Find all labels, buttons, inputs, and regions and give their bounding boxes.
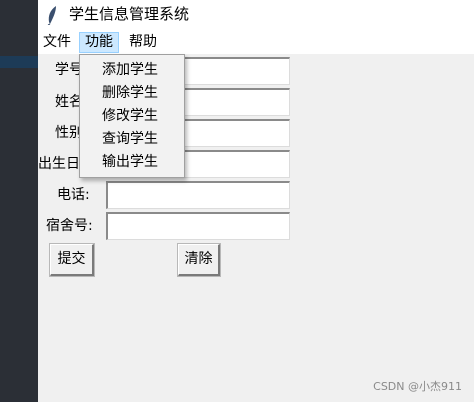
clear-button[interactable]: 清除 — [178, 244, 220, 276]
desktop-accent — [0, 56, 38, 68]
menu-item-delete-student[interactable]: 删除学生 — [102, 83, 158, 103]
title-bar: 学生信息管理系统 — [38, 0, 474, 30]
window-title: 学生信息管理系统 — [69, 5, 190, 23]
phone-input[interactable] — [106, 181, 290, 209]
label-dorm: 宿舍号: — [46, 218, 93, 234]
watermark: CSDN @小杰911 — [373, 380, 462, 393]
menu-item-modify-student[interactable]: 修改学生 — [102, 106, 158, 126]
screenshot: 学生信息管理系统 文件 功能 帮助 学号 姓名 性别 出生日 电话: 宿舍号: … — [0, 0, 474, 402]
submit-button[interactable]: 提交 — [50, 244, 94, 276]
function-dropdown: 添加学生 删除学生 修改学生 查询学生 输出学生 — [79, 54, 185, 178]
dorm-input[interactable] — [106, 212, 290, 240]
menu-file[interactable]: 文件 — [38, 32, 76, 53]
feather-icon — [47, 6, 56, 25]
menu-bar: 文件 功能 帮助 — [38, 30, 474, 54]
label-phone: 电话: — [57, 187, 90, 203]
menu-item-add-student[interactable]: 添加学生 — [102, 60, 158, 80]
menu-function[interactable]: 功能 — [79, 32, 119, 53]
desktop-background — [0, 0, 38, 402]
menu-item-output-student[interactable]: 输出学生 — [102, 152, 158, 172]
app-window: 学生信息管理系统 文件 功能 帮助 学号 姓名 性别 出生日 电话: 宿舍号: … — [38, 0, 474, 402]
label-birth-date: 出生日 — [38, 156, 80, 172]
menu-help[interactable]: 帮助 — [124, 32, 162, 53]
menu-item-query-student[interactable]: 查询学生 — [102, 129, 158, 149]
